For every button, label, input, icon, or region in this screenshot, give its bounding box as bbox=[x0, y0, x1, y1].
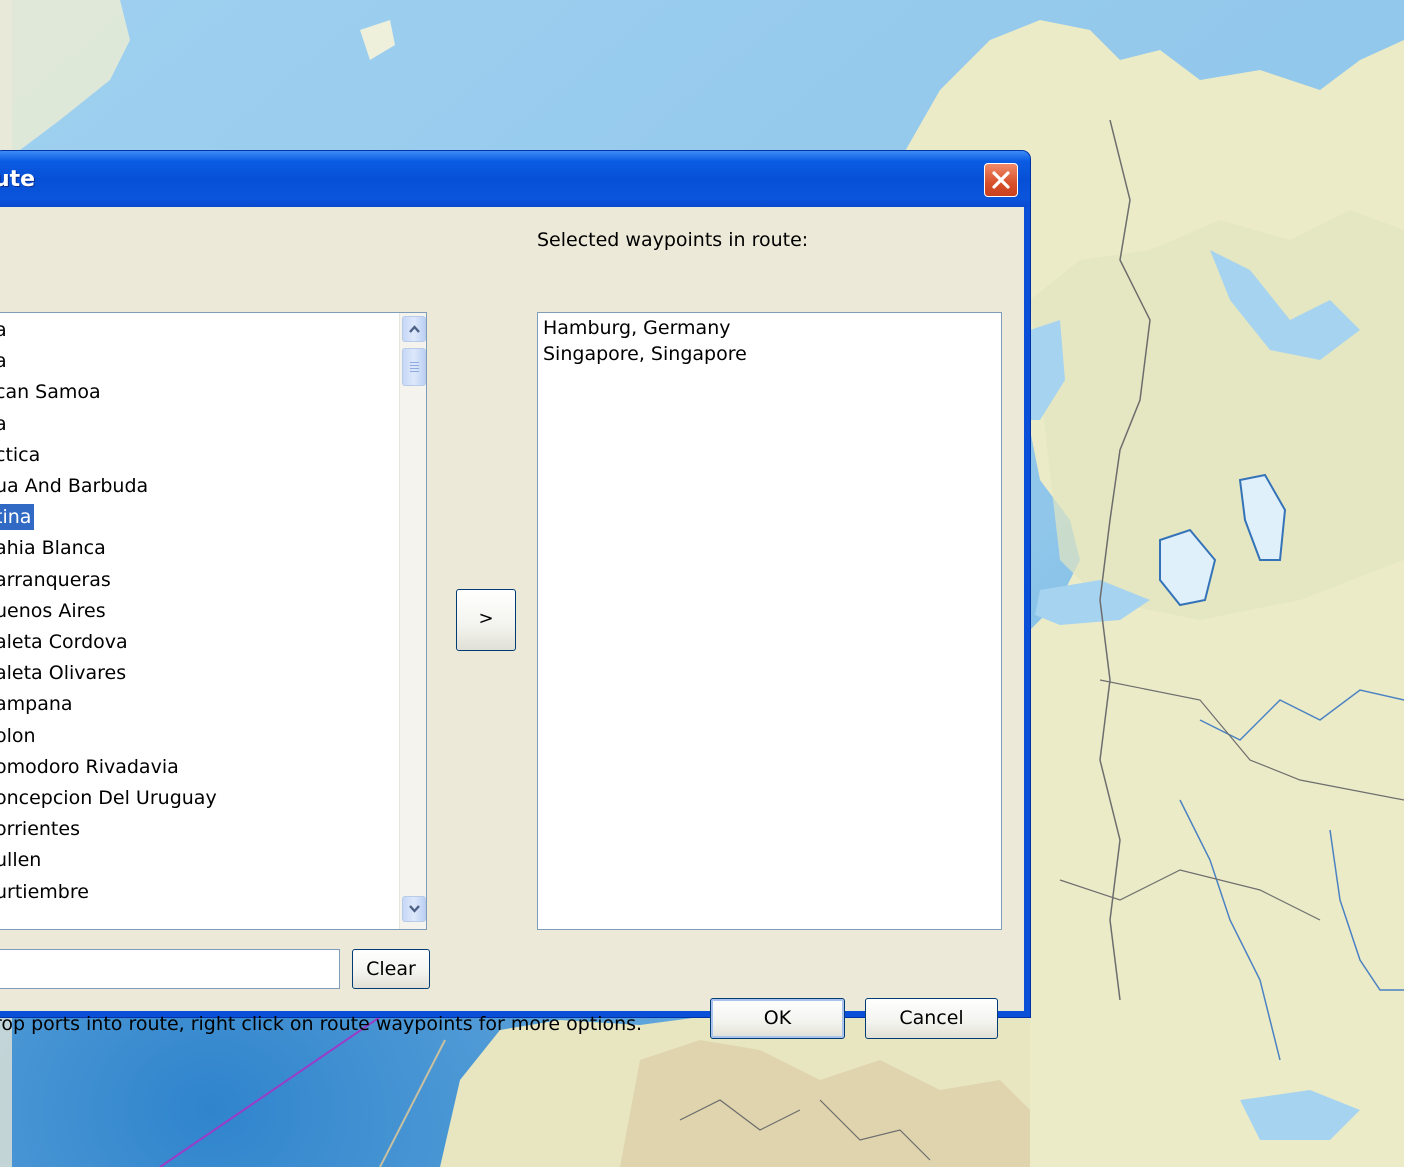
port-label: tina bbox=[0, 504, 35, 531]
port-list-item[interactable]: ampana bbox=[0, 691, 73, 717]
port-label: ctica bbox=[0, 443, 41, 466]
port-list-item[interactable]: a bbox=[0, 348, 7, 374]
port-label: omodoro Rivadavia bbox=[0, 755, 179, 778]
port-list-item[interactable]: aleta Cordova bbox=[0, 629, 128, 655]
port-label: olon bbox=[0, 724, 36, 747]
port-label: a bbox=[0, 413, 7, 435]
port-label: a bbox=[0, 319, 7, 341]
chevron-up-icon bbox=[409, 325, 420, 333]
close-button[interactable] bbox=[984, 163, 1018, 197]
ports-list[interactable]: aacan Samoaacticaua And Barbudatinaahia … bbox=[0, 312, 427, 930]
dialog-body: aacan Samoaacticaua And Barbudatinaahia … bbox=[0, 207, 1024, 1039]
route-dialog: ute aacan Samoaacticaua And Barbudatinaa… bbox=[0, 151, 1030, 1039]
chevron-down-icon bbox=[409, 905, 420, 913]
port-label: aleta Olivares bbox=[0, 662, 127, 685]
port-list-item[interactable]: uenos Aires bbox=[0, 598, 106, 624]
port-list-item[interactable]: olon bbox=[0, 723, 36, 749]
port-label: ahia Blanca bbox=[0, 537, 106, 560]
scroll-up-button[interactable] bbox=[402, 316, 426, 342]
ports-scrollbar[interactable] bbox=[399, 313, 426, 929]
port-label: can Samoa bbox=[0, 381, 101, 404]
ports-list-viewport: aacan Samoaacticaua And Barbudatinaahia … bbox=[0, 313, 399, 925]
port-list-item[interactable]: ullen bbox=[0, 847, 41, 873]
port-label: ullen bbox=[0, 849, 42, 872]
port-label: a bbox=[0, 350, 7, 372]
port-label: orrientes bbox=[0, 818, 80, 841]
close-x-icon bbox=[992, 171, 1010, 189]
port-label: urtiembre bbox=[0, 880, 89, 903]
route-waypoint-item[interactable]: Hamburg, Germany bbox=[543, 315, 731, 341]
cancel-button[interactable]: Cancel bbox=[865, 998, 998, 1039]
port-list-item[interactable]: orrientes bbox=[0, 816, 80, 842]
port-list-item[interactable]: a bbox=[0, 411, 7, 437]
port-list-item[interactable]: oncepcion Del Uruguay bbox=[0, 785, 217, 811]
port-label: oncepcion Del Uruguay bbox=[0, 787, 217, 809]
port-list-item[interactable]: urtiembre bbox=[0, 879, 89, 905]
port-list-item[interactable]: a bbox=[0, 317, 7, 343]
ok-button[interactable]: OK bbox=[710, 998, 845, 1039]
route-waypoints-list[interactable]: Hamburg, Germany Singapore, Singapore bbox=[537, 312, 1002, 930]
port-list-item[interactable]: tina bbox=[0, 504, 35, 531]
port-list-item[interactable]: ua And Barbuda bbox=[0, 473, 148, 499]
hint-text: rop ports into route, right click on rou… bbox=[0, 1013, 643, 1035]
route-list-label: Selected waypoints in route: bbox=[537, 229, 809, 251]
port-label: ampana bbox=[0, 693, 73, 716]
port-list-item[interactable]: can Samoa bbox=[0, 379, 101, 405]
dialog-title-bar[interactable]: ute bbox=[0, 151, 1030, 207]
port-label: ua And Barbuda bbox=[0, 475, 149, 497]
scroll-down-button[interactable] bbox=[402, 896, 426, 922]
port-list-item[interactable]: omodoro Rivadavia bbox=[0, 754, 179, 780]
port-list-item[interactable]: arranqueras bbox=[0, 567, 111, 593]
port-label: arranqueras bbox=[0, 568, 111, 591]
port-list-item[interactable]: ctica bbox=[0, 442, 40, 468]
route-waypoint-item[interactable]: Singapore, Singapore bbox=[543, 341, 747, 367]
port-label: aleta Cordova bbox=[0, 631, 128, 653]
port-list-item[interactable]: ahia Blanca bbox=[0, 535, 106, 561]
add-waypoint-button[interactable]: > bbox=[456, 589, 516, 651]
port-list-item[interactable]: aleta Olivares bbox=[0, 660, 126, 686]
dialog-title: ute bbox=[0, 167, 36, 192]
scroll-thumb[interactable] bbox=[402, 348, 426, 386]
port-filter-input[interactable] bbox=[0, 949, 340, 989]
clear-button[interactable]: Clear bbox=[352, 949, 430, 989]
port-label: uenos Aires bbox=[0, 599, 106, 622]
